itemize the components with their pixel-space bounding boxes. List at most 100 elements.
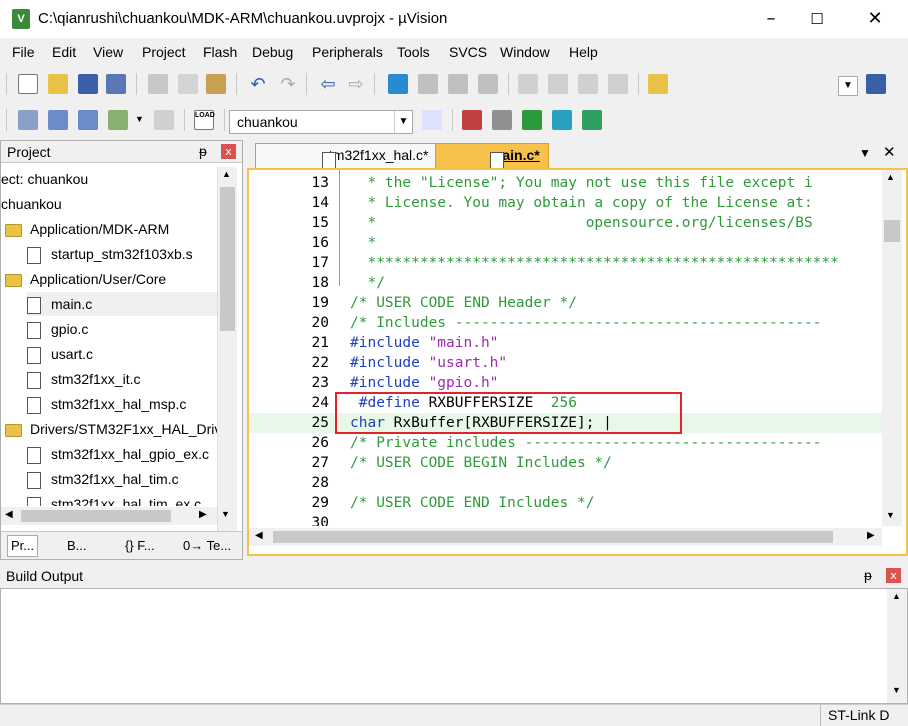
code-line[interactable]: 21 #include "main.h"	[249, 333, 882, 353]
code-line[interactable]: 23 #include "gpio.h"	[249, 373, 882, 393]
scroll-left-icon[interactable]: ◀	[255, 530, 263, 541]
clear-bookmarks-icon[interactable]	[478, 74, 498, 94]
code-line[interactable]: 27 /* USER CODE BEGIN Includes */	[249, 453, 882, 473]
code-line[interactable]: 28	[249, 473, 882, 493]
code-line[interactable]: 15 * opensource.org/licenses/BS	[249, 213, 882, 233]
insert-bookmark-icon[interactable]	[388, 74, 408, 94]
scroll-down-icon[interactable]: ▼	[886, 510, 895, 520]
tree-file[interactable]: stm32f1xx_hal_tim.c	[27, 467, 179, 491]
menu-file[interactable]: File	[12, 44, 35, 60]
chevron-down-icon[interactable]: ▼	[394, 111, 412, 133]
code-area[interactable]: 13 * the "License"; You may not use this…	[249, 170, 882, 526]
close-tab-icon[interactable]: ✕	[883, 143, 896, 161]
manage-rte-icon[interactable]	[552, 110, 572, 130]
build-output-scrollbar[interactable]: ▲ ▼	[887, 589, 907, 703]
new-file-icon[interactable]	[18, 74, 38, 94]
copy-icon[interactable]	[178, 74, 198, 94]
menu-flash[interactable]: Flash	[203, 44, 237, 60]
scroll-up-icon[interactable]: ▲	[222, 169, 231, 179]
scroll-down-icon[interactable]: ▼	[892, 685, 901, 695]
target-options-icon[interactable]	[422, 110, 442, 130]
tree-file-selected[interactable]: main.c	[27, 292, 217, 316]
open-file-icon[interactable]	[48, 74, 68, 94]
scroll-right-icon[interactable]: ▶	[199, 509, 207, 520]
tree-target[interactable]: chuankou	[1, 192, 62, 216]
code-line[interactable]: 30	[249, 513, 882, 526]
scroll-thumb[interactable]	[273, 531, 833, 543]
code-line[interactable]: 29 /* USER CODE END Includes */	[249, 493, 882, 513]
menu-edit[interactable]: Edit	[52, 44, 76, 60]
menu-debug[interactable]: Debug	[252, 44, 293, 60]
scroll-thumb[interactable]	[220, 187, 235, 331]
scroll-thumb[interactable]	[21, 510, 171, 522]
tab-stm32f1xx-hal[interactable]: stm32f1xx_hal.c*	[255, 143, 438, 169]
tree-file[interactable]: stm32f1xx_it.c	[27, 367, 140, 391]
pin-icon[interactable]: ᵽ	[864, 567, 872, 583]
navigate-forward-icon[interactable]: ⇨	[346, 74, 366, 94]
code-line[interactable]: 26 /* Private includes ------------------…	[249, 433, 882, 453]
tab-books[interactable]: B...	[67, 538, 87, 553]
tab-main-c[interactable]: main.c*	[435, 143, 549, 169]
stop-build-icon[interactable]	[154, 110, 174, 130]
find-icon[interactable]	[866, 74, 886, 94]
project-vertical-scrollbar[interactable]: ▲	[217, 167, 237, 531]
translate-icon[interactable]	[18, 110, 38, 130]
tree-file[interactable]: stm32f1xx_hal_msp.c	[27, 392, 186, 416]
tree-file[interactable]: startup_stm32f103xb.s	[27, 242, 193, 266]
menu-view[interactable]: View	[93, 44, 123, 60]
scroll-right-icon[interactable]: ▶	[867, 530, 875, 541]
rebuild-icon[interactable]	[78, 110, 98, 130]
code-line[interactable]: 19 /* USER CODE END Header */	[249, 293, 882, 313]
target-select[interactable]: chuankou ▼	[229, 110, 413, 134]
tree-folder-user-core[interactable]: Application/User/Core	[5, 267, 166, 291]
editor-vertical-scrollbar[interactable]: ▲ ▼	[882, 170, 902, 526]
cut-icon[interactable]	[148, 74, 168, 94]
code-line[interactable]: 20 /* Includes --------------------------…	[249, 313, 882, 333]
tree-folder-mdk-arm[interactable]: Application/MDK-ARM	[5, 217, 169, 241]
scroll-thumb[interactable]	[884, 220, 900, 242]
save-icon[interactable]	[78, 74, 98, 94]
menu-svcs[interactable]: SVCS	[449, 44, 487, 60]
download-icon[interactable]: LOAD	[194, 110, 215, 130]
minimize-button[interactable]: –	[748, 0, 794, 38]
maximize-button[interactable]: ☐	[794, 0, 840, 38]
build-output-pane[interactable]: ▲ ▼	[0, 588, 908, 704]
uvision-app-icon[interactable]: V	[12, 9, 30, 29]
close-button[interactable]: ✕	[852, 0, 898, 38]
close-panel-icon[interactable]: x	[886, 568, 901, 583]
uncomment-selection-icon[interactable]	[608, 74, 628, 94]
code-line[interactable]: 22 #include "usart.h"	[249, 353, 882, 373]
code-editor[interactable]: 13 * the "License"; You may not use this…	[247, 168, 908, 556]
code-line[interactable]: 17 *************************************…	[249, 253, 882, 273]
scroll-down-icon[interactable]: ▼	[221, 509, 230, 519]
pin-icon[interactable]: ᵽ	[199, 143, 207, 159]
tree-file[interactable]: usart.c	[27, 342, 93, 366]
redo-icon[interactable]: ↷	[278, 74, 298, 94]
pack-installer-icon[interactable]	[492, 110, 512, 130]
code-line[interactable]: 13 * the "License"; You may not use this…	[249, 173, 882, 193]
editor-horizontal-scrollbar[interactable]: ◀ ▶	[249, 528, 882, 546]
tree-file[interactable]: stm32f1xx_hal_gpio_ex.c	[27, 442, 209, 466]
comment-selection-icon[interactable]	[578, 74, 598, 94]
menu-window[interactable]: Window	[500, 44, 550, 60]
tree-file[interactable]: gpio.c	[27, 317, 88, 341]
navigate-back-icon[interactable]: ⇦	[318, 74, 338, 94]
paste-icon[interactable]	[206, 74, 226, 94]
tree-folder-drivers[interactable]: Drivers/STM32F1xx_HAL_Drive	[5, 417, 229, 441]
find-in-files-icon[interactable]	[648, 74, 668, 94]
save-all-icon[interactable]	[106, 74, 126, 94]
manage-project-items-icon[interactable]	[462, 110, 482, 130]
tree-file[interactable]: stm32f1xx_hal_tim_ex.c	[27, 492, 201, 506]
tab-templates[interactable]: 0→ Te...	[183, 538, 231, 553]
select-packs-icon[interactable]	[522, 110, 542, 130]
batch-build-dropdown-icon[interactable]: ▼	[135, 114, 144, 124]
find-dropdown-arrow[interactable]: ▼	[838, 76, 858, 96]
unindent-icon[interactable]	[548, 74, 568, 94]
undo-icon[interactable]: ↶	[248, 74, 268, 94]
tree-root[interactable]: ect: chuankou	[1, 167, 88, 191]
scroll-up-icon[interactable]: ▲	[892, 591, 901, 601]
menu-peripherals[interactable]: Peripherals	[312, 44, 383, 60]
indent-icon[interactable]	[518, 74, 538, 94]
previous-bookmark-icon[interactable]	[418, 74, 438, 94]
project-horizontal-scrollbar[interactable]: ◀ ▶	[1, 507, 217, 525]
